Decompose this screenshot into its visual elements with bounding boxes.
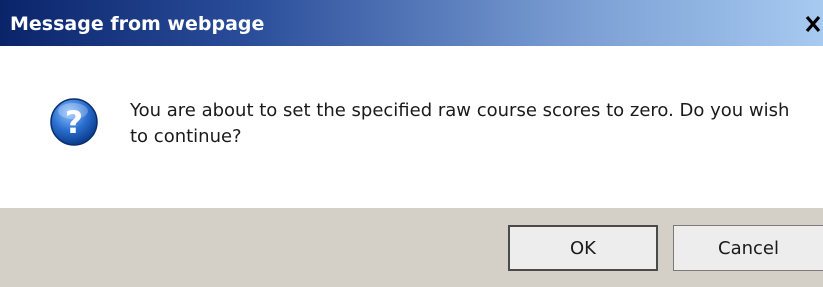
title-bar[interactable]: Message from webpage xyxy=(0,0,823,46)
dialog-title: Message from webpage xyxy=(10,13,265,35)
close-icon[interactable] xyxy=(803,12,823,36)
svg-text:?: ? xyxy=(65,105,83,141)
question-icon: ? xyxy=(49,97,99,147)
cancel-button[interactable]: Cancel xyxy=(673,225,823,271)
dialog-content: ? You are about to set the specified raw… xyxy=(0,46,823,208)
button-bar: OK Cancel xyxy=(0,208,823,287)
dialog-message: You are about to set the specified raw c… xyxy=(130,100,790,147)
ok-button[interactable]: OK xyxy=(508,225,658,271)
message-dialog: Message from webpage ? You are about to … xyxy=(0,0,823,287)
